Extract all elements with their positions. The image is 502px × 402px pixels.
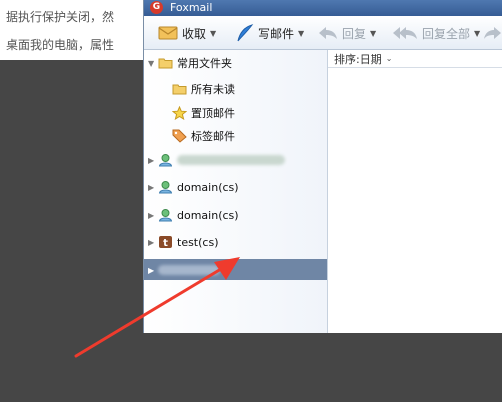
annotation-arrow-icon bbox=[74, 257, 240, 358]
